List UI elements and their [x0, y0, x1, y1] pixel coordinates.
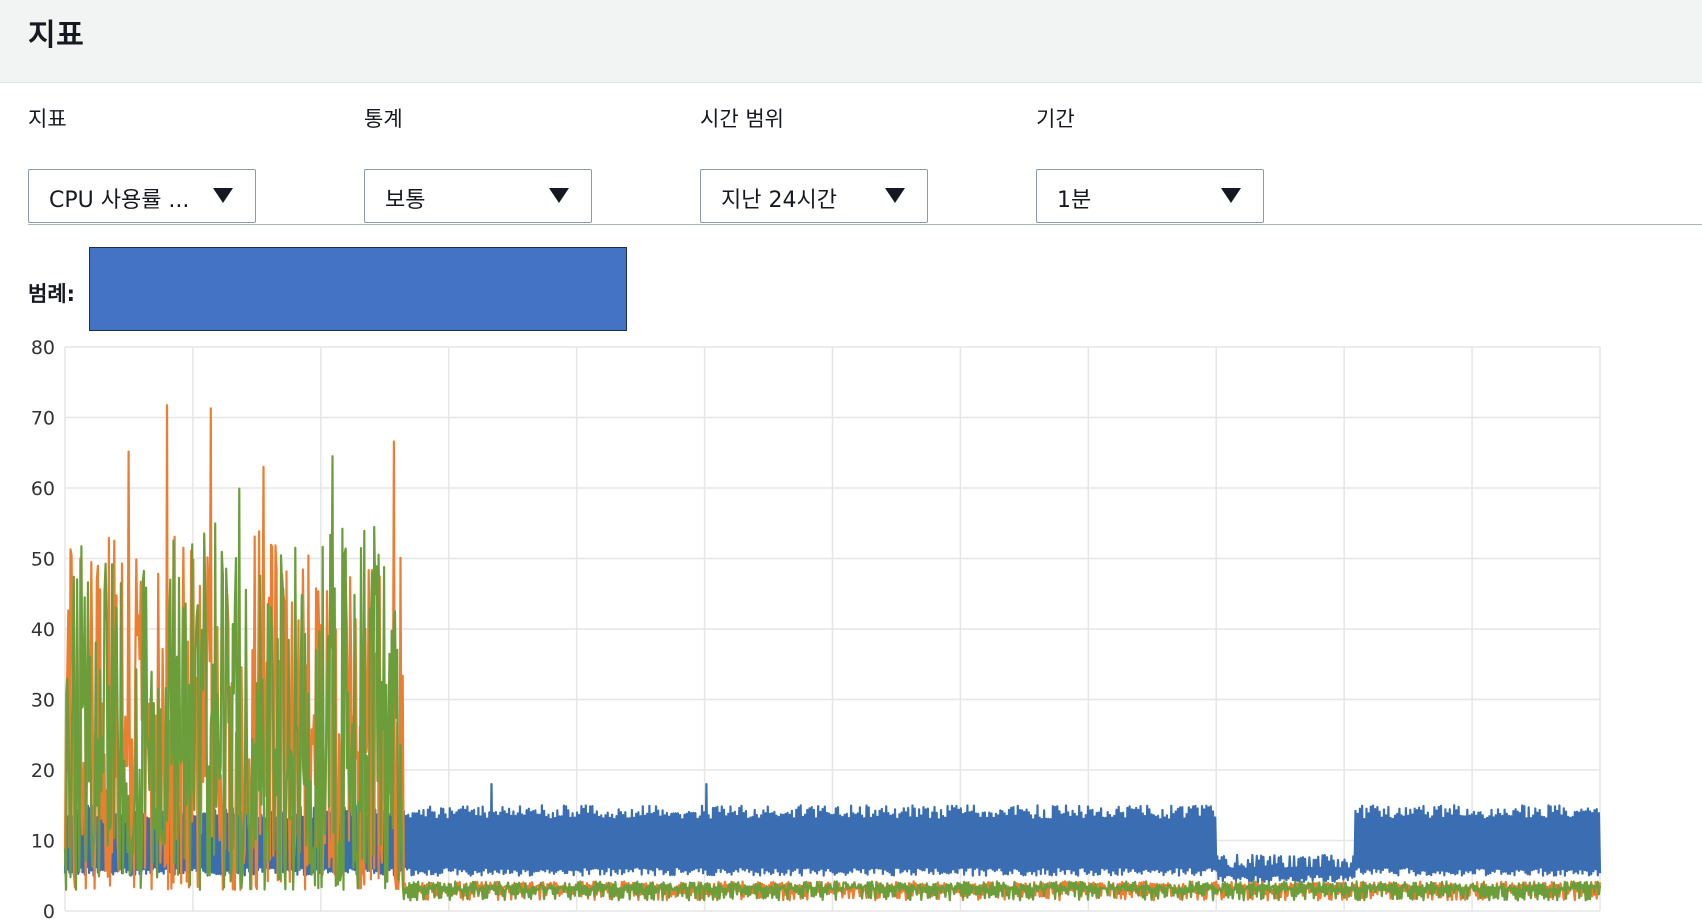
- metric-select[interactable]: CPU 사용률 ...: [28, 169, 256, 223]
- period-label: 기간: [1036, 107, 1075, 131]
- statistic-select[interactable]: 보통: [364, 169, 592, 223]
- cpu-chart: 0 10 20 30 40 50 60 70 80: [0, 335, 1702, 923]
- section-divider: [28, 224, 1702, 225]
- statistic-label: 통계: [364, 107, 403, 131]
- metric-label: 지표: [28, 107, 67, 131]
- y-tick-label: 0: [43, 901, 55, 920]
- time-range-select-value: 지난 24시간: [721, 188, 837, 213]
- chevron-down-icon: [549, 188, 569, 203]
- y-tick-label: 10: [31, 831, 55, 853]
- y-tick-label: 60: [31, 478, 55, 500]
- period-select-value: 1분: [1057, 188, 1092, 213]
- time-range-control: 시간 범위 지난 24시간: [700, 103, 928, 223]
- legend-redaction-box: [89, 247, 627, 331]
- page-header: 지표: [0, 0, 1702, 83]
- metric-select-value: CPU 사용률 ...: [49, 188, 190, 213]
- chart-svg: 0 10 20 30 40 50 60 70 80: [31, 337, 1602, 923]
- controls-bar: 지표 CPU 사용률 ... 통계 보통 시간 범위 지난 24시간 기간 1분: [0, 83, 1702, 223]
- y-tick-label: 80: [31, 337, 55, 359]
- legend-label: 범례:: [28, 282, 76, 306]
- statistic-select-value: 보통: [385, 188, 426, 213]
- y-tick-label: 70: [31, 408, 55, 430]
- chevron-down-icon: [213, 188, 233, 203]
- page-title: 지표: [28, 18, 85, 53]
- period-select[interactable]: 1분: [1036, 169, 1264, 223]
- chevron-down-icon: [885, 188, 905, 203]
- time-range-select[interactable]: 지난 24시간: [700, 169, 928, 223]
- y-tick-label: 20: [31, 760, 55, 782]
- metric-control: 지표 CPU 사용률 ...: [28, 103, 256, 223]
- y-tick-label: 50: [31, 549, 55, 571]
- y-tick-label: 30: [31, 690, 55, 712]
- chevron-down-icon: [1221, 188, 1241, 203]
- y-tick-label: 40: [31, 619, 55, 641]
- statistic-control: 통계 보통: [364, 103, 592, 223]
- period-control: 기간 1분: [1036, 103, 1264, 223]
- time-range-label: 시간 범위: [700, 107, 784, 131]
